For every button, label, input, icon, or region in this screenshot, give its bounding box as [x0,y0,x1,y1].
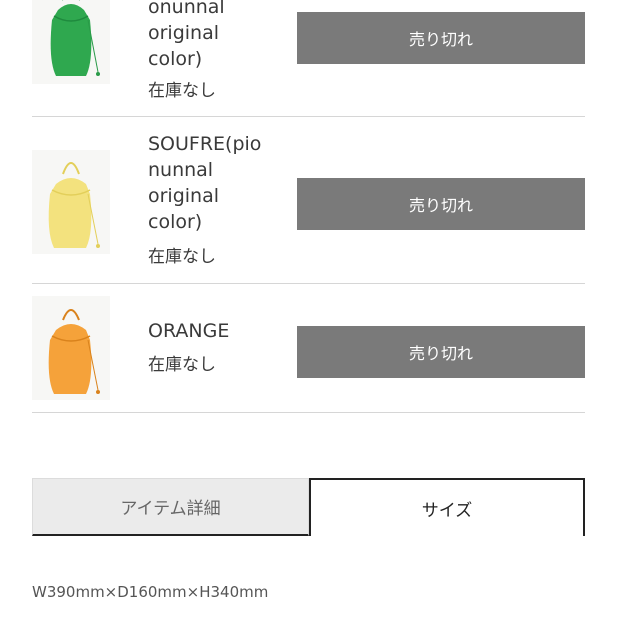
product-variant-name: onunnal original color) [148,0,225,70]
product-variant-name: SOUFRE(pio nunnal original color) [148,133,262,233]
product-variant-name: ORANGE [148,320,230,342]
drawstring-bag-image [32,0,110,84]
product-thumbnail[interactable] [32,296,110,400]
stock-status: 在庫なし [148,247,216,267]
product-thumbnail[interactable] [32,150,110,254]
info-tabs: アイテム詳細 サイズ [32,478,585,538]
row-divider [32,116,585,117]
row-divider [32,283,585,284]
row-divider [32,412,585,413]
sold-out-button[interactable]: 売り切れ [297,326,585,378]
stock-status: 在庫なし [148,81,216,101]
stock-status: 在庫なし [148,355,216,375]
sold-out-button[interactable]: 売り切れ [297,178,585,230]
drawstring-bag-image [32,296,110,400]
tab-size[interactable]: サイズ [309,478,585,536]
drawstring-bag-image [32,150,110,254]
size-dimensions: W390mm×D160mm×H340mm [32,583,269,601]
sold-out-button[interactable]: 売り切れ [297,12,585,64]
tab-item-details[interactable]: アイテム詳細 [32,478,309,536]
product-thumbnail[interactable] [32,0,110,84]
